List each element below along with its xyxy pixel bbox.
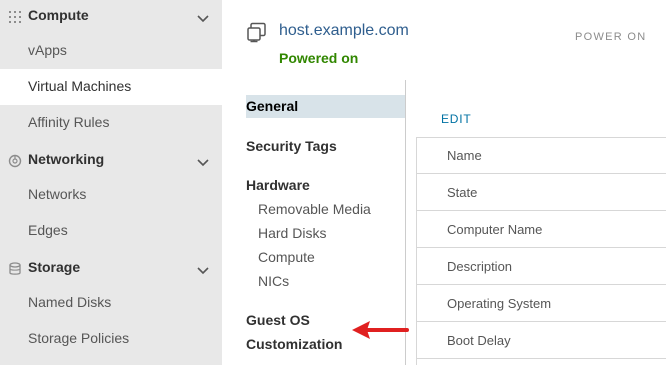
sidebar-item-label: Named Disks [28,294,112,310]
property-label: Name [447,148,482,163]
sidebar-item-storage-policies[interactable]: Storage Policies [0,321,222,357]
red-arrow-annotation-icon [352,321,409,339]
property-row-description: Description [416,248,666,285]
sidebar-item-networks[interactable]: Networks [0,177,222,213]
tab-hard-disks[interactable]: Hard Disks [258,225,326,241]
property-label: Operating System [447,296,552,311]
power-on-button[interactable]: POWER ON [575,31,647,43]
virtual-machine-icon [247,22,266,43]
tab-compute[interactable]: Compute [258,249,315,265]
nav-section-networking[interactable]: Networking [0,144,222,180]
sidebar-item-label: vApps [28,42,67,58]
edit-button[interactable]: EDIT [441,112,472,126]
network-icon [8,154,22,168]
sidebar-item-label: Affinity Rules [28,114,110,130]
nav-section-compute[interactable]: Compute [0,0,222,36]
vm-power-status: Powered on [279,50,359,66]
chevron-down-icon[interactable] [196,12,210,26]
property-row-state: State [416,174,666,211]
property-label: Boot Delay [447,333,511,348]
property-row-operating-system: Operating System [416,285,666,322]
database-icon [9,262,21,275]
tab-hardware[interactable]: Hardware [246,177,310,193]
sidebar-item-named-disks[interactable]: Named Disks [0,285,222,321]
property-row-boot-delay: Boot Delay [416,322,666,359]
sidebar-item-edges[interactable]: Edges [0,213,222,249]
tab-general-label: General [246,98,299,114]
tab-removable-media[interactable]: Removable Media [258,201,371,217]
tab-security-tags[interactable]: Security Tags [246,138,337,154]
tab-guest-os-customization-line1[interactable]: Guest OS [246,312,310,328]
tab-nics[interactable]: NICs [258,273,289,289]
sidebar-item-vapps[interactable]: vApps [0,33,222,69]
nav-section-label: Networking [28,151,105,167]
vm-name: host.example.com [279,22,409,39]
property-label: Description [447,259,513,274]
sidebar-item-label: Edges [28,222,68,238]
sidebar-item-label: Storage Policies [28,330,130,346]
nav-section-label: Storage [28,259,81,275]
nav-section-label: Compute [28,7,89,23]
chevron-down-icon[interactable] [196,264,210,278]
property-row-computer-name: Computer Name [416,211,666,248]
sidebar-item-label: Virtual Machines [28,78,132,94]
sidebar-item-affinity-rules[interactable]: Affinity Rules [0,105,222,141]
left-navigation: Compute vApps Virtual Machines Affinity … [0,0,222,365]
nav-section-storage[interactable]: Storage [0,252,222,288]
chevron-down-icon[interactable] [196,156,210,170]
sidebar-item-label: Networks [28,186,87,202]
tab-guest-os-customization-line2[interactable]: Customization [246,336,342,352]
property-label: Computer Name [447,222,543,237]
tab-general[interactable]: General [246,95,405,118]
property-row-name: Name [416,137,666,174]
grid-icon [9,11,21,23]
property-label: State [447,185,478,200]
sidebar-item-virtual-machines[interactable]: Virtual Machines [0,69,222,105]
